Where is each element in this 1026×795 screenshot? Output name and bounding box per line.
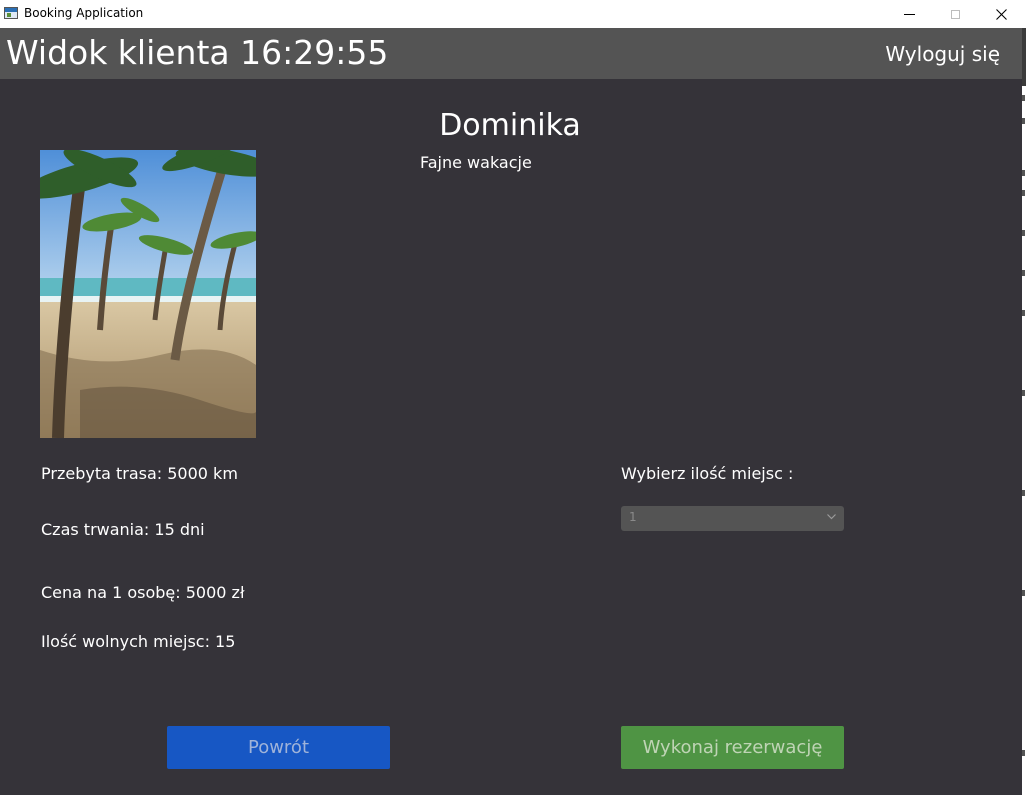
duration-text: Czas trwania: 15 dni xyxy=(41,520,205,539)
title-bar: Booking Application xyxy=(0,0,1022,28)
book-button[interactable]: Wykonaj rezerwację xyxy=(621,726,844,769)
booking-window: Booking Application Widok klienta 16:29:… xyxy=(0,0,1022,795)
chevron-down-icon xyxy=(827,514,836,520)
seats-selected-value: 1 xyxy=(629,510,637,524)
minimize-icon xyxy=(903,13,915,15)
maximize-button[interactable] xyxy=(932,0,978,28)
app-icon xyxy=(4,7,18,19)
window-title: Booking Application xyxy=(24,6,144,20)
free-seats-text: Ilość wolnych miejsc: 15 xyxy=(41,632,236,651)
offer-name: Dominika xyxy=(439,108,581,143)
distance-text: Przebyta trasa: 5000 km xyxy=(41,464,238,483)
header-bar: Widok klienta 16:29:55 Wyloguj się xyxy=(0,28,1022,79)
minimize-button[interactable] xyxy=(886,0,932,28)
offer-photo xyxy=(40,150,256,438)
back-button[interactable]: Powrót xyxy=(167,726,390,769)
close-icon xyxy=(995,8,1007,20)
offer-description: Fajne wakacje xyxy=(420,153,532,172)
seats-dropdown[interactable]: 1 xyxy=(621,506,844,531)
logout-button[interactable]: Wyloguj się xyxy=(885,42,1000,66)
seats-label: Wybierz ilość miejsc : xyxy=(621,464,794,483)
maximize-icon xyxy=(950,9,960,19)
close-button[interactable] xyxy=(978,0,1024,28)
price-text: Cena na 1 osobę: 5000 zł xyxy=(41,583,245,602)
page-title: Widok klienta 16:29:55 xyxy=(6,33,389,72)
background-window-edge xyxy=(1022,0,1026,795)
